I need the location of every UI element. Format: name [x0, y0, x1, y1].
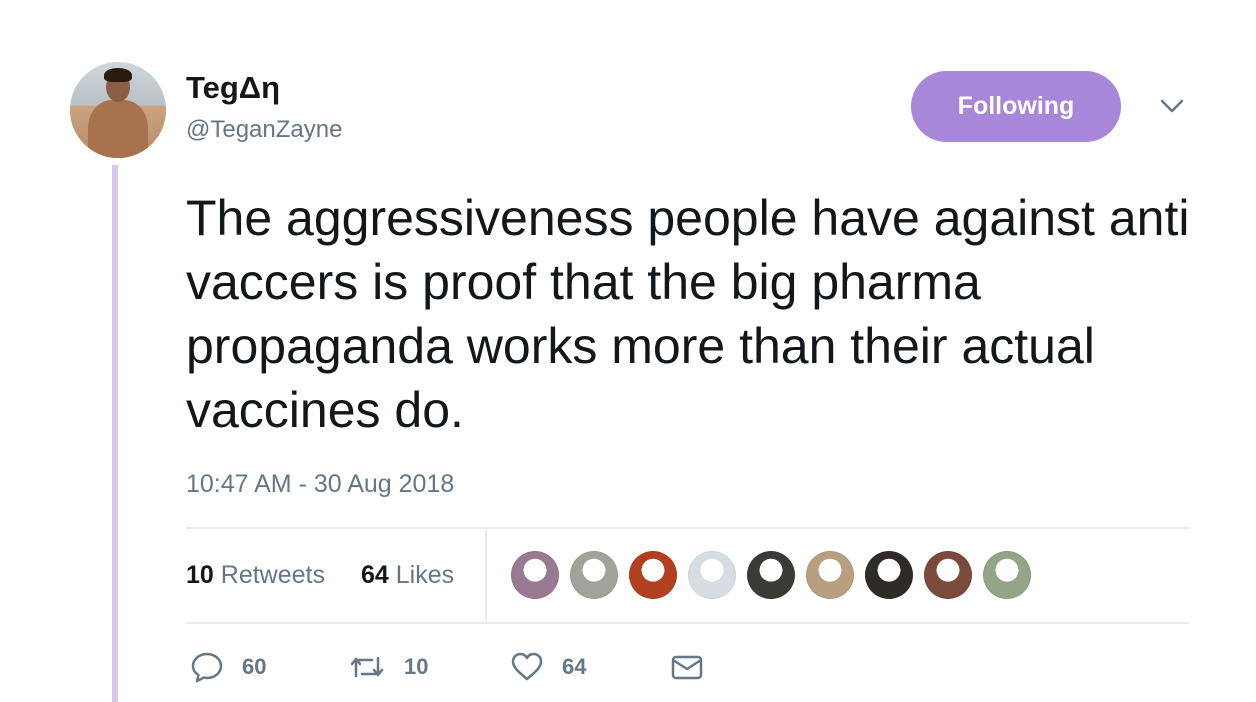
author-handle[interactable]: @TeganZayne — [186, 116, 342, 144]
reply-count: 60 — [242, 654, 267, 679]
liker-avatars — [511, 551, 1031, 599]
likes-count: 64 — [361, 561, 389, 589]
retweet-button[interactable]: 10 — [348, 650, 428, 684]
direct-message-button[interactable] — [670, 650, 704, 684]
envelope-icon — [671, 655, 703, 680]
liker-avatar-7[interactable] — [865, 551, 913, 599]
liker-avatar-4[interactable] — [688, 551, 736, 599]
divider — [186, 622, 1189, 624]
author-avatar[interactable] — [70, 62, 166, 158]
liker-avatar-3[interactable] — [629, 551, 677, 599]
tweet-timestamp[interactable]: 10:47 AM - 30 Aug 2018 — [186, 470, 454, 499]
retweet-icon — [350, 656, 384, 678]
reply-button[interactable]: 60 — [190, 650, 266, 684]
retweets-stat[interactable]: 10 Retweets — [186, 561, 325, 590]
heart-icon — [511, 652, 543, 681]
reply-icon — [191, 652, 223, 683]
like-button[interactable]: 64 — [510, 650, 586, 684]
liker-avatar-9[interactable] — [983, 551, 1031, 599]
stats-divider — [485, 529, 487, 622]
retweets-label: Retweets — [220, 561, 325, 589]
divider — [186, 527, 1189, 529]
likes-label: Likes — [395, 561, 455, 589]
chevron-down-icon[interactable] — [1158, 96, 1186, 116]
retweets-count: 10 — [186, 561, 214, 589]
liker-avatar-2[interactable] — [570, 551, 618, 599]
liker-avatar-5[interactable] — [747, 551, 795, 599]
likes-stat[interactable]: 64 Likes — [361, 561, 454, 590]
like-count: 64 — [562, 654, 587, 679]
author-name[interactable]: TegΔη — [186, 70, 280, 106]
following-button[interactable]: Following — [911, 71, 1121, 142]
liker-avatar-6[interactable] — [806, 551, 854, 599]
liker-avatar-1[interactable] — [511, 551, 559, 599]
liker-avatar-8[interactable] — [924, 551, 972, 599]
retweet-count: 10 — [404, 654, 429, 679]
thread-line — [112, 165, 118, 702]
tweet-text: The aggressiveness people have against a… — [186, 190, 1190, 438]
